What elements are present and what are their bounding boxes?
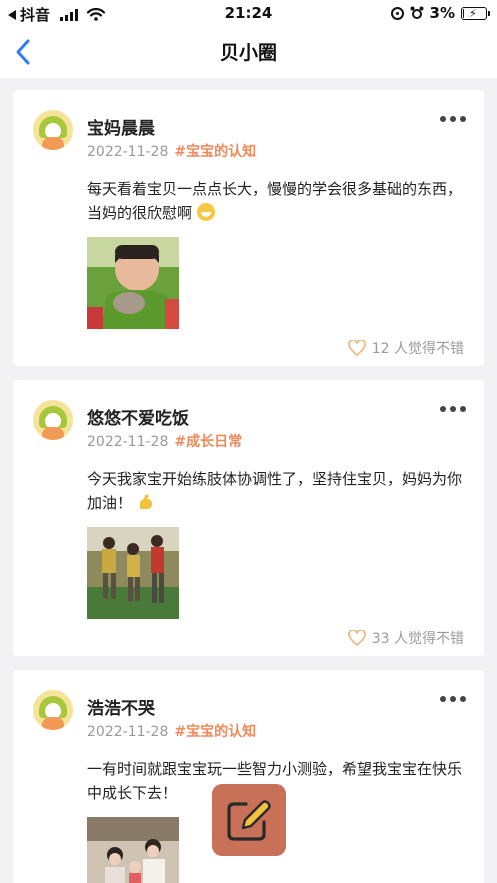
more-options-icon[interactable] [440, 116, 466, 122]
battery-percent: 3% [429, 4, 455, 22]
battery-icon: ⚡ [461, 6, 490, 20]
like-button[interactable]: 12 人觉得不错 [347, 338, 464, 358]
more-options-icon[interactable] [440, 696, 466, 702]
post-topic-tag[interactable]: #宝宝的认知 [174, 144, 256, 160]
post-date: 2022-11-28 [87, 144, 169, 160]
post-card[interactable]: 宝妈晨晨 2022-11-28 #宝宝的认知 每天看着宝贝一点点长大，慢慢的学会很… [13, 90, 484, 366]
post-author[interactable]: 浩浩不哭 [87, 694, 155, 719]
post-photo[interactable] [87, 527, 179, 619]
like-button[interactable]: 33 人觉得不错 [347, 628, 464, 648]
page-title: 贝小圈 [219, 42, 277, 64]
compose-button[interactable] [212, 784, 286, 856]
like-count: 12 人觉得不错 [371, 341, 464, 357]
post-date: 2022-11-28 [87, 434, 169, 450]
post-date: 2022-11-28 [87, 724, 169, 740]
post-text: 每天看着宝贝一点点长大，慢慢的学会很多基础的东西，当妈的很欣慰啊 [87, 180, 463, 222]
grinning-face-emoji-icon [196, 203, 215, 221]
nav-bar: 贝小圈 [0, 26, 497, 78]
post-content: 每天看着宝贝一点点长大，慢慢的学会很多基础的东西，当妈的很欣慰啊 [87, 177, 471, 225]
post-photo[interactable] [87, 237, 179, 329]
heart-icon [347, 340, 366, 356]
post-content: 今天我家宝开始练肢体协调性了，坚持住宝贝，妈妈为你加油！ [87, 467, 471, 515]
edit-icon [227, 800, 271, 841]
avatar[interactable] [33, 690, 73, 730]
avatar[interactable] [33, 110, 73, 150]
post-topic-tag[interactable]: #成长日常 [174, 434, 242, 450]
post-meta: 2022-11-28 #宝宝的认知 [87, 141, 256, 161]
orientation-lock-icon [390, 6, 404, 20]
avatar[interactable] [33, 400, 73, 440]
post-author[interactable]: 悠悠不爱吃饭 [87, 404, 189, 429]
post-author[interactable]: 宝妈晨晨 [87, 114, 155, 139]
flexed-biceps-emoji-icon [139, 494, 152, 509]
post-photo[interactable] [87, 817, 179, 883]
more-options-icon[interactable] [440, 406, 466, 412]
post-meta: 2022-11-28 #成长日常 [87, 431, 242, 451]
heart-icon [347, 630, 366, 646]
post-meta: 2022-11-28 #宝宝的认知 [87, 721, 256, 741]
post-topic-tag[interactable]: #宝宝的认知 [174, 724, 256, 740]
alarm-clock-icon [410, 6, 424, 19]
post-card[interactable]: 悠悠不爱吃饭 2022-11-28 #成长日常 今天我家宝开始练肢体协调性了，坚持… [13, 380, 484, 656]
like-count: 33 人觉得不错 [371, 631, 464, 647]
status-bar: 抖音 21:24 3% ⚡ [0, 0, 497, 26]
